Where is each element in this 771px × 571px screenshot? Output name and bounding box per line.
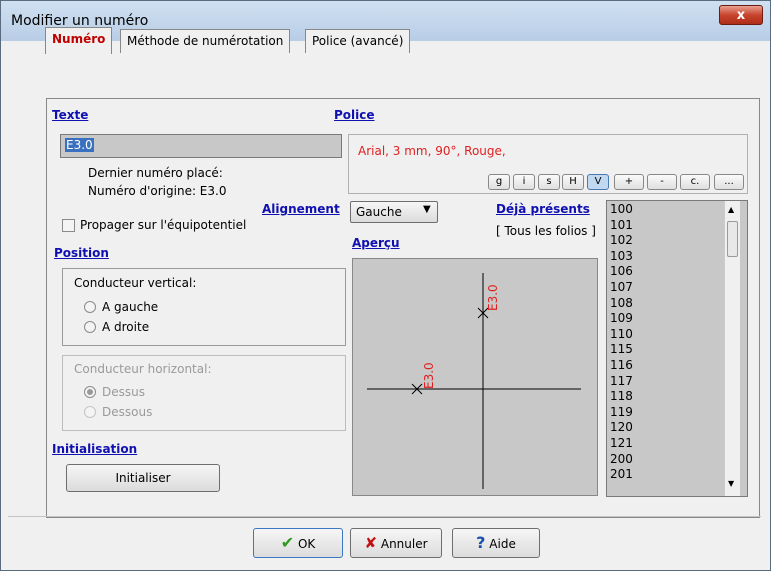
help-button[interactable]: ? Aide: [452, 528, 540, 558]
help-label: Aide: [489, 537, 516, 551]
deja-list-item[interactable]: 108: [610, 297, 633, 309]
alignement-value: Gauche: [356, 205, 402, 219]
deja-list-item[interactable]: 119: [610, 406, 633, 418]
tab-numero[interactable]: Numéro: [45, 27, 113, 54]
initialiser-label: Initialiser: [115, 471, 171, 485]
radio-a-droite-label: A droite: [102, 320, 150, 334]
radio-dessus-label: Dessus: [102, 385, 145, 399]
font-button-5[interactable]: +: [614, 174, 644, 190]
help-icon: ?: [476, 533, 486, 552]
texte-heading: Texte: [52, 108, 89, 122]
cancel-button[interactable]: ✘ Annuler: [350, 528, 442, 558]
apercu-vertical-label: E3.0: [486, 284, 500, 311]
police-heading: Police: [334, 108, 375, 122]
scroll-thumb[interactable]: [727, 221, 738, 257]
deja-list-item[interactable]: 107: [610, 281, 633, 293]
deja-list-item[interactable]: 100: [610, 203, 633, 215]
texte-input-value: E3.0: [65, 138, 94, 152]
chevron-down-icon: ▼: [423, 204, 431, 215]
initialisation-heading: Initialisation: [52, 442, 138, 456]
check-icon: ✔: [280, 533, 295, 552]
deja-scrollbar[interactable]: ▲ ▼: [724, 201, 740, 496]
font-button-4[interactable]: V: [587, 174, 609, 190]
propagate-checkbox[interactable]: [62, 219, 75, 232]
scroll-up-icon[interactable]: ▲: [728, 205, 734, 214]
position-heading: Position: [54, 246, 109, 260]
tab-police-avance-label: Police (avancé): [312, 34, 404, 48]
vertical-group-label: Conducteur vertical:: [74, 276, 197, 290]
cancel-label: Annuler: [380, 537, 428, 551]
font-button-label: V: [594, 176, 602, 187]
deja-list-item[interactable]: 110: [610, 328, 633, 340]
deja-list-item[interactable]: 109: [610, 312, 633, 324]
last-placed-label: Dernier numéro placé:: [88, 166, 223, 180]
font-button-6[interactable]: -: [647, 174, 677, 190]
radio-a-gauche[interactable]: [84, 301, 96, 313]
font-button-label: -: [660, 176, 664, 187]
deja-list-item[interactable]: 118: [610, 390, 633, 402]
deja-list-item[interactable]: 106: [610, 265, 633, 277]
deja-list-item[interactable]: 103: [610, 250, 633, 262]
deja-list-item[interactable]: 201: [610, 468, 633, 480]
font-button-1[interactable]: i: [513, 174, 535, 190]
font-button-label: g: [495, 176, 503, 187]
deja-list-item[interactable]: 115: [610, 343, 633, 355]
scroll-down-icon[interactable]: ▼: [728, 479, 734, 488]
apercu-drawing: E3.0 E3.0: [367, 273, 581, 489]
radio-dessus[interactable]: [84, 386, 96, 398]
deja-list-item[interactable]: 102: [610, 234, 633, 246]
font-button-label: ...: [724, 176, 734, 187]
font-button-8[interactable]: ...: [714, 174, 744, 190]
footer-separator: [8, 516, 761, 517]
font-button-2[interactable]: s: [538, 174, 560, 190]
texte-input[interactable]: E3.0: [60, 134, 342, 158]
font-button-0[interactable]: g: [488, 174, 510, 190]
tab-police-avance[interactable]: Police (avancé): [305, 29, 411, 53]
radio-dessous[interactable]: [84, 406, 96, 418]
deja-list-item[interactable]: 121: [610, 437, 633, 449]
horizontal-group-label: Conducteur horizontal:: [74, 362, 212, 376]
apercu-preview: E3.0 E3.0: [352, 258, 598, 496]
ok-button[interactable]: ✔ OK: [253, 528, 343, 558]
apercu-horizontal-label: E3.0: [422, 362, 436, 389]
radio-dessous-label: Dessous: [102, 405, 153, 419]
apercu-heading: Aperçu: [352, 236, 400, 250]
origin-label: Numéro d'origine: E3.0: [88, 184, 227, 198]
font-button-label: i: [522, 176, 526, 187]
font-button-label: c.: [690, 176, 700, 187]
cross-icon: ✘: [364, 534, 378, 552]
deja-list-item[interactable]: 101: [610, 219, 633, 231]
radio-a-droite[interactable]: [84, 321, 96, 333]
initialiser-button[interactable]: Initialiser: [66, 464, 220, 492]
alignement-label: Alignement: [262, 202, 340, 216]
deja-list-item[interactable]: 117: [610, 375, 633, 387]
tab-numero-label: Numéro: [52, 32, 106, 46]
ok-label: OK: [297, 537, 316, 551]
deja-list-item[interactable]: 200: [610, 453, 633, 465]
font-button-label: +: [624, 176, 634, 187]
tab-methode-label: Méthode de numérotation: [127, 34, 284, 48]
alignement-select[interactable]: Gauche ▼: [350, 201, 438, 223]
font-button-3[interactable]: H: [562, 174, 584, 190]
radio-a-gauche-label: A gauche: [102, 300, 159, 314]
font-button-7[interactable]: c.: [680, 174, 710, 190]
font-button-label: H: [569, 176, 577, 187]
propagate-label: Propager sur l'équipotentiel: [80, 218, 247, 232]
deja-list-item[interactable]: 116: [610, 359, 633, 371]
tab-methode[interactable]: Méthode de numérotation: [120, 29, 291, 53]
font-button-label: s: [546, 176, 552, 187]
police-summary: Arial, 3 mm, 90°, Rouge,: [358, 144, 506, 158]
deja-heading: Déjà présents: [496, 202, 590, 216]
deja-list-item[interactable]: 120: [610, 421, 633, 433]
close-icon: x: [736, 8, 746, 23]
deja-filter: [ Tous les folios ]: [496, 224, 596, 238]
close-button[interactable]: x: [719, 5, 763, 25]
